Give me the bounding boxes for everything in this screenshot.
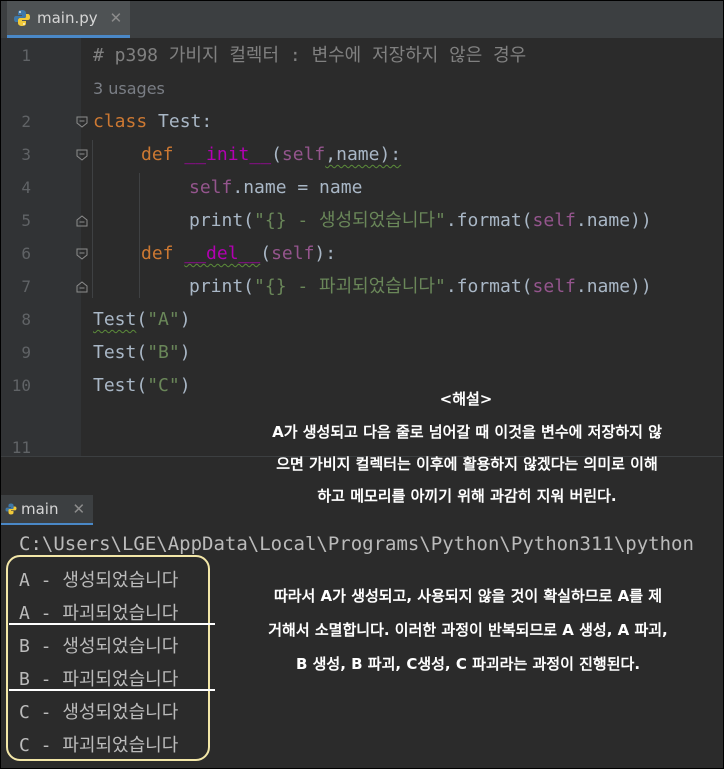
explanation-line: B 생성, B 파괴, C생성, C 파괴라는 과정이 진행된다. — [295, 655, 641, 673]
keyword: def — [141, 144, 174, 165]
tab-filename: main.py — [37, 9, 98, 27]
code-text: ( — [271, 144, 282, 165]
code-text: ( — [136, 309, 148, 330]
code-line-3: def __init__(self,name): — [141, 143, 401, 167]
line-number: 4 — [21, 178, 31, 197]
fold-collapse-icon[interactable] — [76, 149, 88, 161]
dunder-method: __init__ — [184, 144, 272, 165]
line-number: 2 — [21, 112, 31, 131]
python-run-icon — [5, 503, 17, 515]
indent-guide — [139, 173, 140, 298]
fold-collapse-icon[interactable] — [76, 248, 88, 260]
code-text: Test — [93, 375, 137, 396]
fold-end-icon[interactable] — [76, 215, 88, 227]
code-text: print( — [189, 210, 255, 231]
string-literal: "{} - 파괴되었습니다" — [254, 276, 446, 297]
dunder-method: __del__ — [184, 243, 261, 264]
indent-guide — [92, 140, 93, 298]
code-line-1: # p398 가비지 컬렉터 : 변수에 저장하지 않은 경우 — [93, 44, 526, 68]
comment: # p398 가비지 컬렉터 : 변수에 저장하지 않은 경우 — [93, 45, 527, 66]
code-text: .name)) — [575, 210, 652, 231]
line-number: 9 — [21, 343, 31, 362]
code-line-6: def __del__(self): — [141, 242, 336, 266]
code-text: Test — [93, 342, 137, 363]
code-text: .format( — [445, 210, 533, 231]
self-ref: self — [189, 177, 233, 198]
run-tab-close-icon[interactable]: ✕ — [72, 500, 85, 518]
line-number: 1 — [21, 46, 31, 65]
code-line-8: Test("A") — [93, 308, 191, 332]
code-line-10: Test("C") — [93, 374, 191, 398]
self-ref: self — [532, 210, 576, 231]
code-text: ) — [179, 309, 191, 330]
self-ref: self — [532, 276, 576, 297]
tab-main-py[interactable]: main.py ✕ — [7, 1, 131, 38]
python-file-icon — [14, 10, 30, 26]
keyword: def — [141, 243, 174, 264]
code-line-2: class Test: — [93, 110, 212, 134]
explanation-title: <해설> — [439, 390, 493, 408]
code-line-9: Test("B") — [93, 341, 191, 365]
string-literal: "{} - 생성되었습니다" — [254, 210, 446, 231]
code-text: Test — [93, 309, 137, 330]
code-text: ,name): — [325, 144, 402, 165]
run-command-line: C:\Users\LGE\AppData\Local\Programs\Pyth… — [19, 533, 694, 555]
code-line-5: print("{} - 생성되었습니다".format(self.name)) — [189, 209, 652, 233]
code-text: ) — [179, 342, 191, 363]
code-text: ) — [179, 375, 191, 396]
string-literal: "A" — [147, 309, 180, 330]
self-param: self — [271, 243, 315, 264]
string-literal: "C" — [147, 375, 180, 396]
line-number: 6 — [21, 244, 31, 263]
editor-tab-bar: main.py ✕ — [1, 1, 723, 39]
code-text: print( — [189, 276, 255, 297]
code-text: .name)) — [575, 276, 652, 297]
line-number: 3 — [21, 145, 31, 164]
line-number-gutter: 1 2 3 4 5 6 7 8 9 10 11 — [1, 38, 88, 457]
line-number: 11 — [11, 438, 31, 457]
line-number: 8 — [21, 310, 31, 329]
code-line-7: print("{} - 파괴되었습니다".format(self.name)) — [189, 275, 652, 299]
run-tab-main[interactable]: main ✕ — [1, 495, 93, 525]
line-number: 7 — [21, 277, 31, 296]
screenshot-frame: main.py ✕ 1 2 3 4 5 6 7 8 9 10 11 # p398… — [0, 0, 724, 769]
line-number: 5 — [21, 211, 31, 230]
tab-close-icon[interactable]: ✕ — [110, 9, 123, 27]
group-divider — [9, 623, 215, 625]
keyword: class — [93, 111, 148, 132]
fold-end-icon[interactable] — [76, 281, 88, 293]
explanation-line: A가 생성되고 다음 줄로 넘어갈 때 이것을 변수에 저장하지 않 — [272, 423, 662, 441]
explanation-line: 하고 메모리를 아끼기 위해 과감히 지워 버린다. — [317, 487, 617, 505]
line-number: 10 — [11, 376, 31, 395]
explanation-line: 따라서 A가 생성되고, 사용되지 않을 것이 확실하므로 A를 제 — [273, 587, 663, 605]
fold-collapse-icon[interactable] — [76, 116, 88, 128]
usages-hint[interactable]: 3 usages — [93, 79, 165, 98]
code-text: Test: — [147, 111, 213, 132]
run-tab-label: main — [21, 500, 59, 518]
self-param: self — [281, 144, 326, 165]
explanation-line: 거해서 소멸합니다. 이러한 과정이 반복되므로 A 생성, A 파괴, — [268, 621, 668, 639]
output-highlight-box — [6, 555, 210, 761]
code-text: ( — [136, 342, 148, 363]
code-text: ): — [314, 243, 337, 264]
explanation-line: 으면 가비지 컬렉터는 이후에 활용하지 않겠다는 의미로 이해 — [276, 455, 658, 473]
group-divider — [9, 689, 215, 691]
code-text: ( — [136, 375, 148, 396]
code-text: .name = name — [232, 177, 363, 198]
code-text: .format( — [445, 276, 533, 297]
code-line-4: self.name = name — [189, 176, 362, 200]
string-literal: "B" — [147, 342, 180, 363]
code-text: ( — [260, 243, 272, 264]
